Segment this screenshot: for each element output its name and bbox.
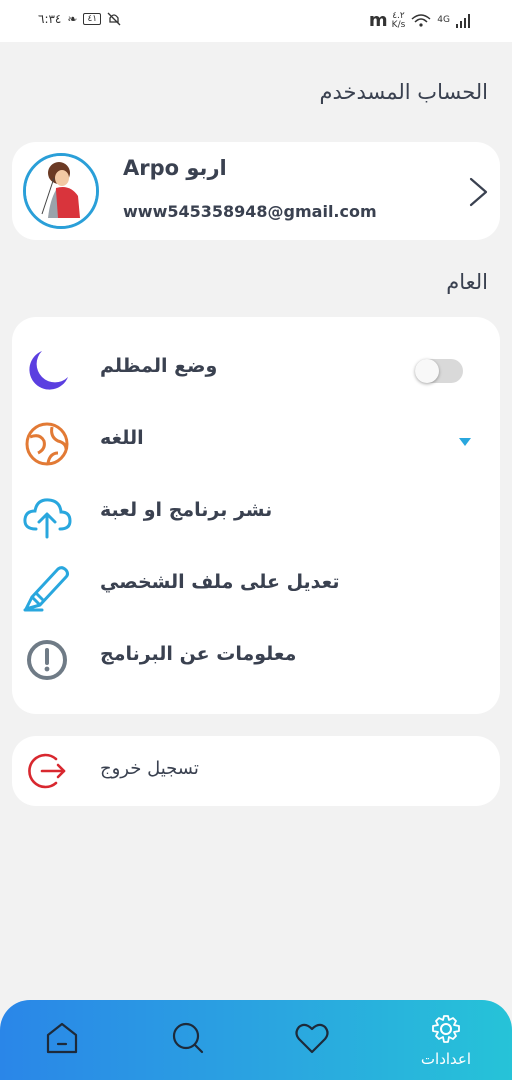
moon-icon	[29, 351, 69, 390]
settings-row-publish[interactable]: نشر برنامج او لعبة	[12, 485, 500, 545]
status-time: ٦:٣٤	[38, 12, 62, 26]
logout-button[interactable]: تسجيل خروج	[12, 736, 500, 806]
bell-off-icon	[107, 12, 121, 26]
mcdonalds-icon: m	[368, 10, 388, 31]
info-icon	[27, 640, 67, 680]
leaf-icon: ❧	[67, 12, 78, 26]
cloud-upload-icon	[23, 498, 72, 539]
settings-row-dark-mode[interactable]: وضع المظلم	[12, 341, 500, 401]
toggle-knob	[415, 359, 439, 383]
bottom-nav: اعدادات	[0, 1000, 512, 1080]
network-type: 4G	[437, 15, 450, 25]
settings-row-label: وضع المظلم	[100, 355, 218, 377]
general-card: وضع المظلم اللغه نشر برنامج او لعبة تعدي…	[12, 317, 500, 714]
network-speed-unit: K/s	[391, 19, 406, 30]
dropdown-caret-icon[interactable]	[458, 437, 472, 447]
account-name: Arpo اربو	[123, 156, 227, 180]
settings-row-about[interactable]: معلومات عن البرنامج	[12, 629, 500, 689]
logout-label: تسجيل خروج	[100, 758, 199, 779]
battery-icon: ٤١	[83, 13, 102, 25]
account-section-title: الحساب المسدخدم	[319, 80, 488, 104]
avatar-image	[26, 156, 96, 226]
gear-icon	[432, 1015, 460, 1043]
settings-row-label: نشر برنامج او لعبة	[100, 499, 273, 521]
search-icon[interactable]	[168, 1018, 208, 1058]
home-icon[interactable]	[42, 1018, 82, 1058]
general-section-title: العام	[446, 270, 488, 294]
settings-row-label: تعديل على ملف الشخصي	[100, 571, 340, 593]
pencil-icon	[23, 566, 69, 612]
status-left: ٦:٣٤ ❧ ٤١	[38, 12, 121, 26]
account-email: www545358948@gmail.com	[123, 202, 377, 221]
status-bar: ٦:٣٤ ❧ ٤١ m ٤.٢ K/s 4G	[0, 0, 512, 42]
heart-icon[interactable]	[292, 1018, 332, 1058]
dark-mode-toggle[interactable]	[415, 359, 463, 383]
avatar	[23, 153, 99, 229]
settings-row-label: معلومات عن البرنامج	[100, 643, 297, 665]
status-right: m ٤.٢ K/s 4G	[369, 10, 472, 31]
account-card[interactable]: Arpo اربو www545358948@gmail.com	[12, 142, 500, 240]
settings-row-edit-profile[interactable]: تعديل على ملف الشخصي	[12, 557, 500, 617]
chevron-right-icon[interactable]	[468, 176, 490, 208]
settings-row-language[interactable]: اللغه	[12, 413, 500, 473]
settings-row-label: اللغه	[100, 427, 144, 449]
logout-icon	[28, 753, 66, 789]
nav-settings[interactable]: اعدادات	[408, 1014, 484, 1074]
wifi-icon	[411, 13, 431, 27]
nav-settings-label: اعدادات	[420, 1050, 472, 1068]
signal-icon	[456, 13, 470, 28]
globe-icon	[25, 422, 69, 466]
network-speed: ٤.٢ K/s	[391, 11, 406, 30]
